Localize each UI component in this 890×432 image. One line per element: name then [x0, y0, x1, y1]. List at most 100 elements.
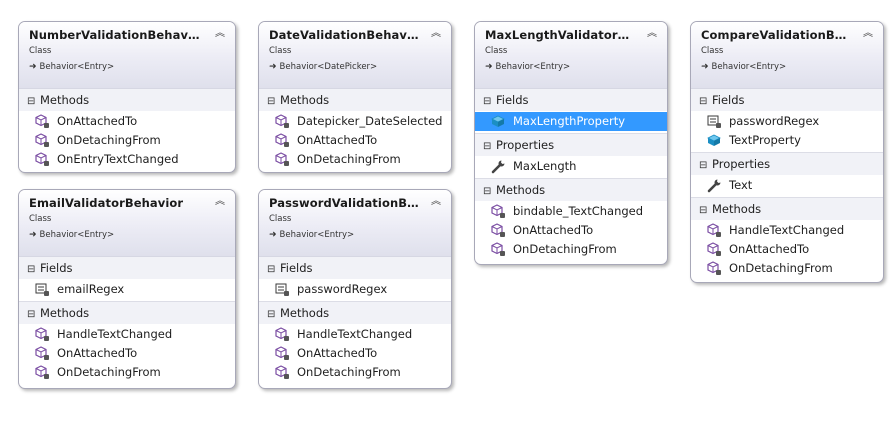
field-icon	[707, 114, 722, 129]
member-method[interactable]: HandleTextChanged	[19, 325, 235, 344]
member-label: OnDetachingFrom	[297, 365, 401, 379]
member-method[interactable]: Datepicker_DateSelected	[259, 112, 451, 131]
class-header[interactable]: PasswordValidationBeha... Class ➜Behavio…	[259, 190, 451, 257]
class-box-date-validation-behavior[interactable]: DateValidationBehavior Class ➜ Behavior<D…	[258, 21, 452, 173]
base-type-label: Behavior<Entry>	[711, 62, 787, 72]
member-method[interactable]: OnEntryTextChanged	[19, 150, 235, 169]
class-name: PasswordValidationBeha...	[269, 196, 419, 210]
double-chevron-up-icon[interactable]: ︽	[645, 27, 659, 41]
member-label: emailRegex	[57, 282, 125, 296]
section-toggle-methods[interactable]: ⊟ Methods	[19, 301, 235, 324]
method-cube-icon	[707, 261, 722, 276]
class-header[interactable]: DateValidationBehavior Class ➜ Behavior<D…	[259, 22, 451, 89]
minus-icon[interactable]: ⊟	[27, 304, 36, 326]
section-toggle-methods[interactable]: ⊟ Methods	[691, 197, 883, 220]
section-toggle-properties[interactable]: ⊟ Properties	[691, 152, 883, 175]
wrench-icon	[707, 178, 722, 193]
base-type: ➜ Behavior<Entry>	[269, 230, 354, 240]
method-cube-icon	[35, 327, 50, 342]
member-label: TextProperty	[729, 133, 801, 147]
section-toggle-methods[interactable]: ⊟ Methods	[19, 89, 235, 111]
member-method[interactable]: OnAttachedTo	[19, 344, 235, 363]
method-cube-icon	[275, 133, 290, 148]
member-method[interactable]: bindable_TextChanged	[475, 202, 667, 221]
class-kind: Class	[269, 214, 292, 224]
minus-icon[interactable]: ⊟	[267, 259, 276, 281]
minus-icon[interactable]: ⊟	[699, 200, 708, 222]
minus-icon[interactable]: ⊟	[483, 181, 492, 203]
section-toggle-methods[interactable]: ⊟ Methods	[259, 89, 451, 111]
method-cube-icon	[491, 204, 506, 219]
double-chevron-up-icon[interactable]: ︽	[213, 195, 227, 209]
member-method[interactable]: OnDetachingFrom	[259, 150, 451, 169]
base-type-label: Behavior<Entry>	[495, 62, 571, 72]
minus-icon[interactable]: ⊟	[27, 91, 36, 113]
field-icon	[35, 282, 50, 297]
member-property[interactable]: MaxLength	[475, 157, 667, 176]
section-label: Methods	[280, 306, 330, 320]
class-box-email-validator-behavior[interactable]: EmailValidatorBehavior Class ➜ Behavior<E…	[18, 189, 236, 389]
section-toggle-methods[interactable]: ⊟ Methods	[259, 301, 451, 324]
section-label: Fields	[40, 261, 73, 275]
member-method[interactable]: OnAttachedTo	[475, 221, 667, 240]
member-label: OnAttachedTo	[57, 114, 138, 128]
class-header[interactable]: NumberValidationBehavior Class ➜ Behavior…	[19, 22, 235, 89]
member-method[interactable]: HandleTextChanged	[259, 325, 451, 344]
class-kind: Class	[29, 46, 52, 56]
double-chevron-up-icon[interactable]: ︽	[429, 27, 443, 41]
class-box-max-length-validator-behavior[interactable]: MaxLengthValidatorBeh... Class ➜Behavior…	[474, 21, 668, 265]
minus-icon[interactable]: ⊟	[267, 304, 276, 326]
member-label: passwordRegex	[297, 282, 388, 296]
member-method[interactable]: OnAttachedTo	[19, 112, 235, 131]
field-icon	[491, 114, 506, 129]
section-toggle-properties[interactable]: ⊟ Properties	[475, 133, 667, 156]
class-header[interactable]: EmailValidatorBehavior Class ➜ Behavior<E…	[19, 190, 235, 257]
minus-icon[interactable]: ⊟	[483, 136, 492, 158]
member-method[interactable]: OnDetachingFrom	[19, 131, 235, 150]
class-box-number-validation-behavior[interactable]: NumberValidationBehavior Class ➜ Behavior…	[18, 21, 236, 173]
member-label: Text	[729, 178, 753, 192]
class-box-password-validation-behavior[interactable]: PasswordValidationBeha... Class ➜Behavio…	[258, 189, 452, 389]
member-method[interactable]: OnDetachingFrom	[691, 259, 883, 278]
member-field[interactable]: passwordRegex	[691, 112, 883, 131]
member-method[interactable]: OnDetachingFrom	[259, 363, 451, 382]
base-type: ➜ Behavior<DatePicker>	[269, 62, 377, 72]
method-cube-icon	[275, 114, 290, 129]
section-label: Properties	[496, 138, 555, 152]
member-label: OnAttachedTo	[513, 223, 594, 237]
section-toggle-methods[interactable]: ⊟ Methods	[475, 178, 667, 201]
member-field[interactable]: TextProperty	[691, 131, 883, 150]
class-header[interactable]: MaxLengthValidatorBeh... Class ➜Behavior…	[475, 22, 667, 89]
member-method[interactable]: OnDetachingFrom	[475, 240, 667, 259]
section-toggle-fields[interactable]: ⊟ Fields	[259, 257, 451, 279]
class-header[interactable]: CompareValidationBeha... Class ➜Behavior…	[691, 22, 883, 89]
member-field-selected[interactable]: MaxLengthProperty	[475, 112, 667, 131]
base-type: ➜ Behavior<Entry>	[29, 62, 114, 72]
base-type-label: Behavior<DatePicker>	[279, 62, 378, 72]
double-chevron-up-icon[interactable]: ︽	[861, 27, 875, 41]
member-property[interactable]: Text	[691, 176, 883, 195]
double-chevron-up-icon[interactable]: ︽	[213, 27, 227, 41]
minus-icon[interactable]: ⊟	[267, 91, 276, 113]
static-field-icon	[707, 133, 722, 148]
base-type: ➜ Behavior<Entry>	[701, 62, 786, 72]
minus-icon[interactable]: ⊟	[483, 91, 492, 113]
minus-icon[interactable]: ⊟	[699, 91, 708, 113]
section-toggle-fields[interactable]: ⊟ Fields	[475, 89, 667, 111]
member-method[interactable]: HandleTextChanged	[691, 221, 883, 240]
member-method[interactable]: OnAttachedTo	[259, 344, 451, 363]
section-label: Methods	[40, 306, 90, 320]
member-label: MaxLengthProperty	[513, 114, 626, 128]
double-chevron-up-icon[interactable]: ︽	[429, 195, 443, 209]
section-toggle-fields[interactable]: ⊟ Fields	[691, 89, 883, 111]
minus-icon[interactable]: ⊟	[699, 155, 708, 177]
class-name: NumberValidationBehavior	[29, 28, 203, 42]
member-method[interactable]: OnDetachingFrom	[19, 363, 235, 382]
section-toggle-fields[interactable]: ⊟ Fields	[19, 257, 235, 279]
member-field[interactable]: passwordRegex	[259, 280, 451, 299]
member-method[interactable]: OnAttachedTo	[691, 240, 883, 259]
class-box-compare-validation-behavior[interactable]: CompareValidationBeha... Class ➜Behavior…	[690, 21, 884, 283]
member-method[interactable]: OnAttachedTo	[259, 131, 451, 150]
minus-icon[interactable]: ⊟	[27, 259, 36, 281]
member-field[interactable]: emailRegex	[19, 280, 235, 299]
